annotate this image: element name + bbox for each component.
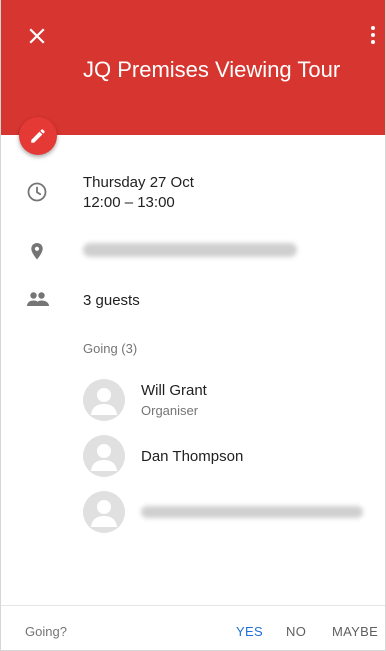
event-time: 12:00 – 13:00 [83, 194, 175, 211]
footer-divider [1, 605, 385, 606]
avatar [83, 379, 125, 421]
guest-item[interactable]: Dan Thompson [83, 435, 383, 477]
event-title: JQ Premises Viewing Tour [83, 57, 341, 82]
guest-item[interactable]: Will Grant Organiser [83, 379, 383, 421]
avatar [83, 435, 125, 477]
going-section-header: Going (3) [83, 341, 138, 356]
guest-count: 3 guests [83, 292, 140, 309]
event-date: Thursday 27 Oct [83, 174, 194, 191]
edit-event-button[interactable] [19, 117, 57, 155]
people-icon [25, 288, 51, 317]
rsvp-maybe-button[interactable]: MAYBE [332, 624, 378, 639]
close-icon[interactable] [27, 26, 47, 46]
guest-name: Dan Thompson [141, 448, 244, 465]
pencil-icon [31, 129, 45, 143]
location-pin-icon [25, 240, 49, 269]
event-header: JQ Premises Viewing Tour [1, 0, 385, 135]
guest-item[interactable] [83, 491, 383, 533]
guest-role: Organiser [141, 403, 199, 418]
rsvp-yes-button[interactable]: YES [236, 624, 263, 639]
clock-icon [25, 180, 49, 209]
rsvp-no-button[interactable]: NO [286, 624, 306, 639]
event-location-blurred[interactable] [83, 243, 297, 257]
more-vert-icon[interactable] [367, 24, 379, 46]
avatar [83, 491, 125, 533]
guest-email-blurred [141, 506, 363, 518]
event-detail-screen: JQ Premises Viewing Tour Thursday 27 Oct… [0, 0, 386, 651]
guest-name: Will Grant [141, 382, 207, 399]
rsvp-prompt: Going? [25, 624, 67, 639]
